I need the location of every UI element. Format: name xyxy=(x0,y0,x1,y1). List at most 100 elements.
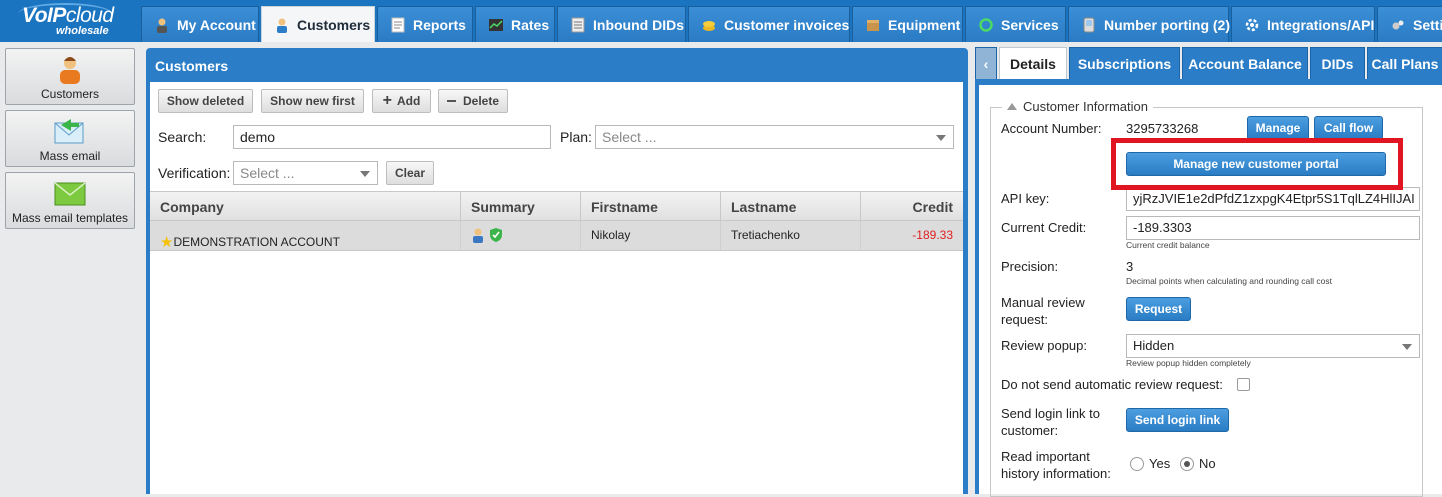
send-login-link-label: Send login link to customer: xyxy=(1001,406,1101,438)
sidebar-item-customers[interactable]: Customers xyxy=(5,48,135,105)
user-icon xyxy=(154,17,170,33)
nav-tab-label: My Account xyxy=(177,16,256,33)
nav-tab-customer-invoices[interactable]: Customer invoices xyxy=(688,6,850,42)
review-popup-label: Review popup: xyxy=(1001,338,1087,353)
customer-icon xyxy=(57,55,83,88)
cell-company: ★DEMONSTRATION ACCOUNT xyxy=(150,221,461,251)
column-header-firstname[interactable]: Firstname xyxy=(581,192,721,221)
cell-lastname: Tretiachenko xyxy=(721,221,861,250)
nav-tab-equipment[interactable]: Equipment xyxy=(852,6,963,42)
sidebar-item-mass-email-templates[interactable]: Mass email templates xyxy=(5,172,135,229)
cell-credit: -189.33 xyxy=(912,228,953,242)
gears-icon xyxy=(1390,17,1406,33)
no-auto-review-label: Do not send automatic review request: xyxy=(1001,377,1223,392)
table-row[interactable]: ★DEMONSTRATION ACCOUNT Nikolay Tretiache… xyxy=(150,221,963,251)
star-icon: ★ xyxy=(160,234,174,251)
top-navigation: VoIPcloud wholesale My Account Customers… xyxy=(0,0,1442,42)
delete-button-label: Delete xyxy=(462,94,500,108)
search-input[interactable]: demo xyxy=(233,125,551,149)
history-yes-label: Yes xyxy=(1149,456,1171,471)
nav-tab-customers[interactable]: Customers xyxy=(261,6,375,42)
plus-icon: + xyxy=(382,92,392,109)
nav-tab-integrations-api[interactable]: Integrations/API xyxy=(1231,6,1375,42)
chevron-left-icon: ‹ xyxy=(983,55,989,72)
chevron-down-icon xyxy=(1402,344,1412,350)
review-popup-hint: Review popup hidden completely xyxy=(1126,358,1251,368)
add-button[interactable]: + Add xyxy=(372,89,431,113)
delete-button[interactable]: Delete xyxy=(438,89,508,113)
coins-icon xyxy=(701,17,717,33)
api-key-field[interactable]: yjRzJVIE1e2dPfdZ1zxpgK4Etpr5S1TqlLZ4HlIJ… xyxy=(1126,187,1420,211)
review-popup-select[interactable]: Hidden xyxy=(1126,334,1420,358)
call-flow-button[interactable]: Call flow xyxy=(1314,116,1383,140)
history-no-label: No xyxy=(1199,456,1216,471)
voipcloud-logo[interactable]: VoIPcloud wholesale xyxy=(0,0,138,42)
list-icon xyxy=(570,17,586,33)
clear-button[interactable]: Clear xyxy=(386,161,434,185)
request-button[interactable]: Request xyxy=(1126,297,1191,321)
nav-tab-inbound-dids[interactable]: Inbound DIDs xyxy=(557,6,686,42)
user-icon xyxy=(471,228,485,246)
phone-icon xyxy=(1081,17,1097,33)
column-header-lastname[interactable]: Lastname xyxy=(721,192,861,221)
api-key-label: API key: xyxy=(1001,191,1050,206)
company-name: DEMONSTRATION ACCOUNT xyxy=(173,235,340,249)
report-icon xyxy=(390,17,406,33)
precision-label: Precision: xyxy=(1001,259,1059,274)
column-header-company[interactable]: Company xyxy=(150,192,461,221)
column-header-credit[interactable]: Credit xyxy=(861,192,963,221)
column-header-summary[interactable]: Summary xyxy=(461,192,581,221)
send-login-link-button[interactable]: Send login link xyxy=(1126,408,1229,432)
nav-tab-label: Setti xyxy=(1413,16,1442,33)
verification-select[interactable]: Select ... xyxy=(233,161,378,185)
customers-panel-body: Show deleted Show new first + Add Delete … xyxy=(150,82,963,494)
panel-title: Customers xyxy=(155,58,229,74)
collapse-panel-button[interactable]: ‹ xyxy=(975,47,997,79)
precision-hint: Decimal points when calculating and roun… xyxy=(1126,276,1333,286)
chevron-down-icon xyxy=(936,135,946,141)
chart-icon xyxy=(488,17,504,33)
review-popup-value: Hidden xyxy=(1133,338,1175,353)
nav-tab-rates[interactable]: Rates xyxy=(475,6,555,42)
tab-dids[interactable]: DIDs xyxy=(1310,47,1365,79)
nav-tab-services[interactable]: Services xyxy=(965,6,1066,42)
verification-label: Verification: xyxy=(158,165,231,181)
read-history-label: Read important history information: xyxy=(1001,449,1111,481)
nav-tab-label: Reports xyxy=(413,16,466,33)
tab-call-plans[interactable]: Call Plans xyxy=(1367,47,1442,79)
nav-tab-label: Inbound DIDs xyxy=(593,16,684,33)
show-new-first-button[interactable]: Show new first xyxy=(261,89,364,113)
mass-email-icon xyxy=(53,117,87,150)
history-yes-radio[interactable] xyxy=(1130,457,1144,471)
sidebar-item-mass-email[interactable]: Mass email xyxy=(5,110,135,167)
nav-tab-label: Number porting (2) xyxy=(1104,16,1230,33)
nav-tab-my-account[interactable]: My Account xyxy=(141,6,259,42)
nav-tab-reports[interactable]: Reports xyxy=(377,6,473,42)
manage-button[interactable]: Manage xyxy=(1247,116,1309,140)
plan-select[interactable]: Select ... xyxy=(595,125,954,149)
add-button-label: Add xyxy=(397,94,421,108)
customers-table-header: Company Summary Firstname Lastname Credi… xyxy=(150,191,963,221)
current-credit-field[interactable]: -189.3303 xyxy=(1126,216,1420,240)
box-icon xyxy=(865,17,881,33)
logo-subtitle: wholesale xyxy=(56,25,109,37)
sidebar-item-label: Mass email xyxy=(39,149,101,163)
history-no-radio[interactable] xyxy=(1180,457,1194,471)
tab-account-balance[interactable]: Account Balance xyxy=(1182,47,1308,79)
nav-tab-label: Services xyxy=(1001,16,1059,33)
section-legend[interactable]: Customer Information xyxy=(1002,99,1153,114)
show-deleted-button[interactable]: Show deleted xyxy=(158,89,253,113)
nav-tab-settings[interactable]: Setti xyxy=(1377,6,1442,42)
account-number-label: Account Number: xyxy=(1001,121,1102,136)
plan-label: Plan: xyxy=(560,129,592,145)
gear-icon xyxy=(1244,17,1260,33)
no-auto-review-checkbox[interactable] xyxy=(1237,378,1250,391)
tab-details[interactable]: Details xyxy=(999,47,1067,79)
refresh-icon xyxy=(978,17,994,33)
current-credit-hint: Current credit balance xyxy=(1126,240,1210,250)
nav-tab-number-porting[interactable]: Number porting (2) xyxy=(1068,6,1230,42)
precision-value: 3 xyxy=(1126,259,1134,274)
tab-subscriptions[interactable]: Subscriptions xyxy=(1069,47,1180,79)
sidebar-item-label: Customers xyxy=(40,87,99,101)
current-credit-label: Current Credit: xyxy=(1001,220,1087,235)
